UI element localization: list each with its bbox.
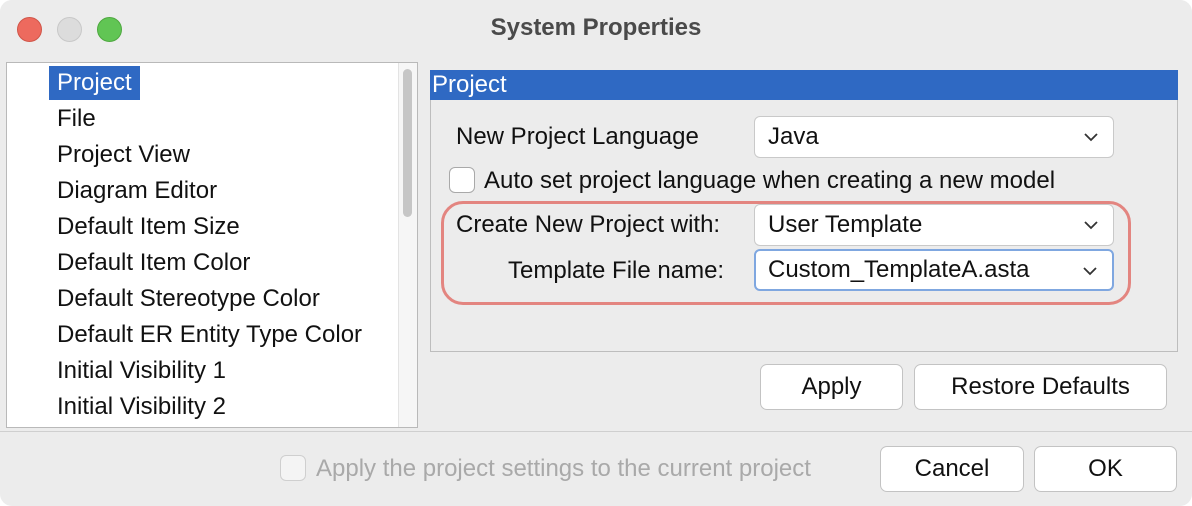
cancel-button[interactable]: Cancel	[880, 446, 1024, 492]
tree-scrollbar[interactable]	[398, 63, 417, 427]
auto-set-language-checkbox[interactable]	[449, 167, 475, 193]
new-project-language-select[interactable]: Java	[754, 116, 1114, 158]
new-project-language-label: New Project Language	[456, 123, 699, 150]
tree-item-default-item-size[interactable]: Default Item Size	[53, 210, 244, 244]
new-project-language-value: Java	[768, 123, 819, 150]
tree-scroll-thumb[interactable]	[403, 69, 412, 217]
template-file-name-label: Template File name:	[508, 257, 725, 284]
chevron-down-icon	[1084, 133, 1098, 142]
tree-item-project[interactable]: Project	[49, 66, 140, 100]
tree-item-default-er-entity-type-color[interactable]: Default ER Entity Type Color	[53, 318, 366, 352]
tree-item-default-item-color[interactable]: Default Item Color	[53, 246, 254, 280]
template-file-name-select[interactable]: Custom_TemplateA.asta	[754, 249, 1114, 291]
apply-button[interactable]: Apply	[760, 364, 903, 410]
ok-button[interactable]: OK	[1034, 446, 1177, 492]
system-properties-window: System Properties Project File Project V…	[0, 0, 1192, 506]
chevron-down-icon	[1084, 221, 1098, 230]
template-file-name-value: Custom_TemplateA.asta	[768, 256, 1030, 283]
window-title: System Properties	[490, 14, 702, 41]
restore-defaults-button[interactable]: Restore Defaults	[914, 364, 1167, 410]
create-new-project-with-value: User Template	[768, 211, 923, 238]
tree-item-diagram-editor[interactable]: Diagram Editor	[53, 174, 221, 208]
title-bar: System Properties	[0, 0, 1192, 58]
tree-item-file[interactable]: File	[53, 102, 100, 136]
create-new-project-with-label: Create New Project with:	[456, 211, 721, 238]
tree-item-project-view[interactable]: Project View	[53, 138, 194, 172]
tree-item-initial-visibility-1[interactable]: Initial Visibility 1	[53, 354, 230, 388]
apply-to-current-project-label: Apply the project settings to the curren…	[316, 455, 811, 482]
auto-set-language-label: Auto set project language when creating …	[484, 167, 1056, 194]
tree-item-initial-visibility-2[interactable]: Initial Visibility 2	[53, 390, 230, 424]
section-header: Project	[430, 70, 1178, 100]
category-tree: Project File Project View Diagram Editor…	[6, 62, 418, 428]
tree-item-default-stereotype-color[interactable]: Default Stereotype Color	[53, 282, 324, 316]
footer-divider	[0, 431, 1192, 432]
apply-to-current-project-checkbox[interactable]	[280, 455, 306, 481]
chevron-down-icon	[1083, 267, 1097, 276]
create-new-project-with-select[interactable]: User Template	[754, 204, 1114, 246]
